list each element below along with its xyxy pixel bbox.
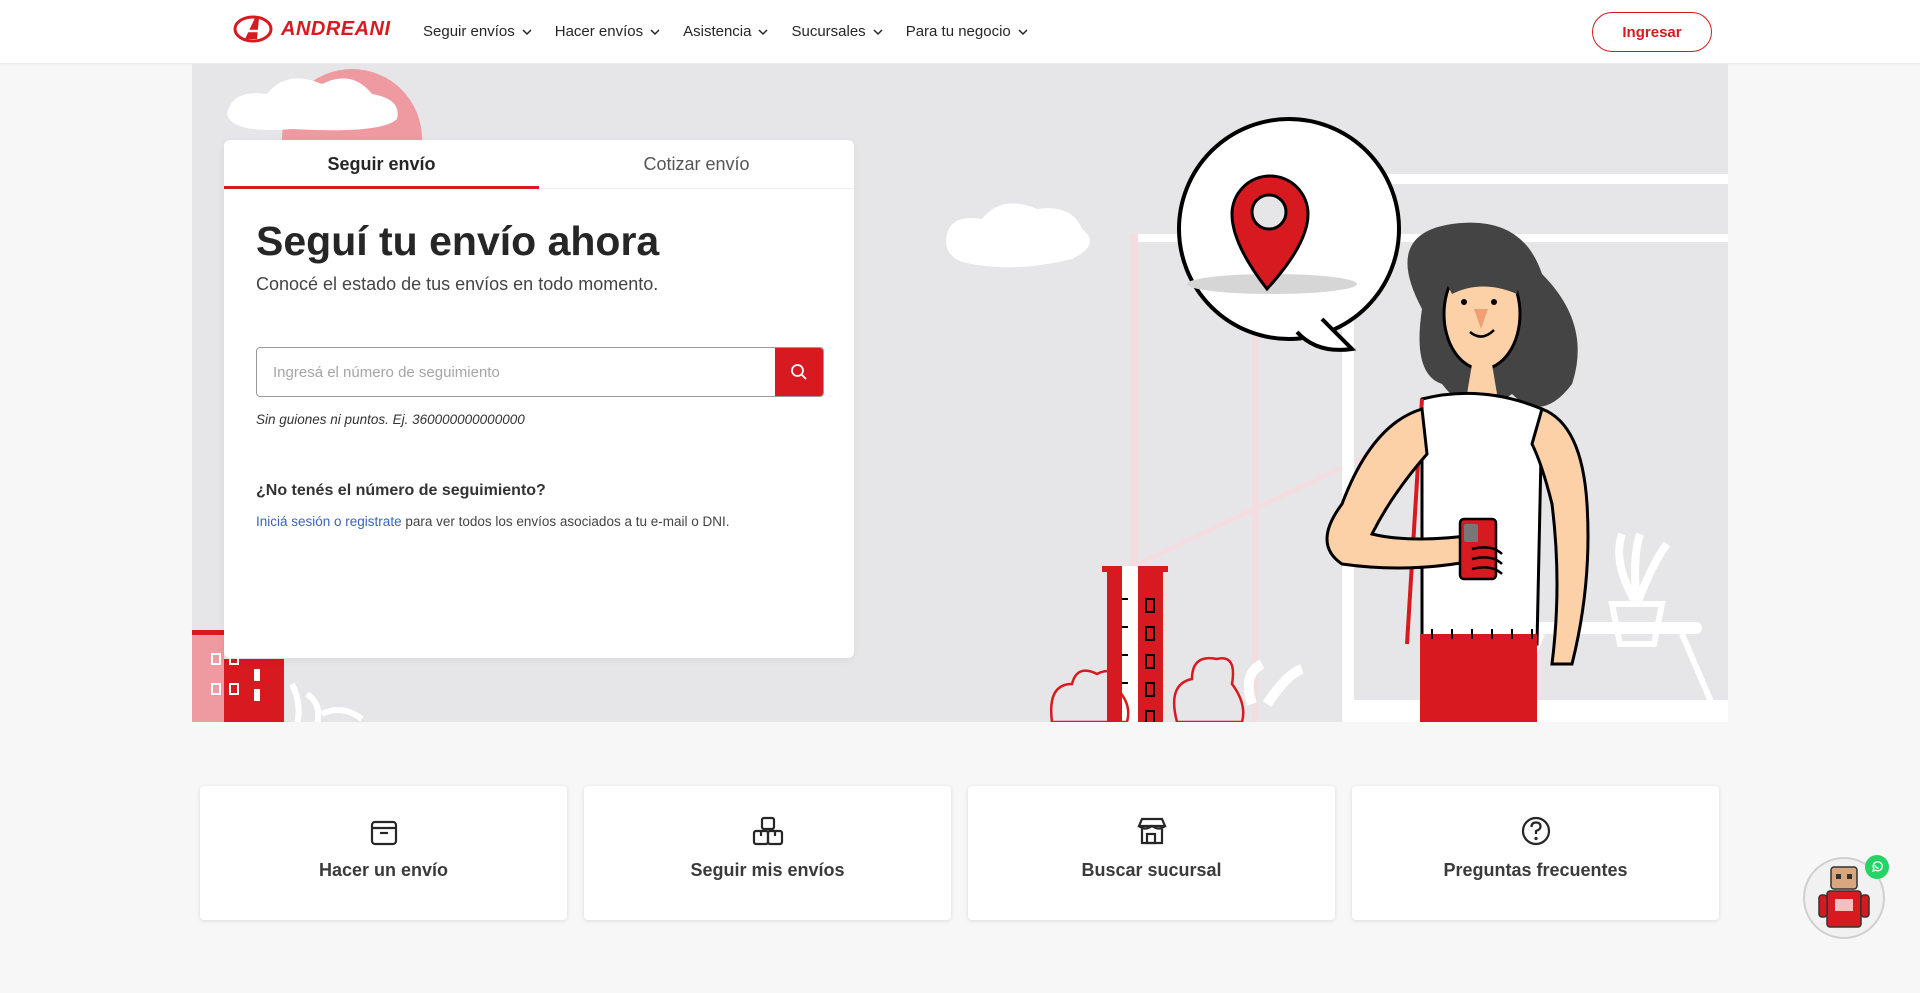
nav-item-sucursales[interactable]: Sucursales [791, 23, 883, 40]
main-nav: Seguir envíos Hacer envíos Asistencia Su… [423, 0, 1029, 63]
quick-link-seguir-envios[interactable]: Seguir mis envíos [584, 786, 951, 920]
quick-link-label: Hacer un envío [318, 860, 449, 880]
tracking-subtitle: Conocé el estado de tus envíos en todo m… [256, 274, 659, 294]
quick-link-label: Buscar sucursal [1081, 860, 1222, 880]
box-icon [370, 820, 397, 846]
nav-item-seguir-envios[interactable]: Seguir envíos [423, 23, 533, 40]
brand-logo[interactable]: ANDREANI [233, 14, 391, 44]
tracking-title: Seguí tu envío ahora [256, 218, 660, 264]
quick-link-label: Seguir mis envíos [690, 860, 845, 880]
store-icon [1136, 817, 1167, 845]
tracking-hint: Sin guiones ni puntos. Ej. 3600000000000… [256, 412, 525, 427]
nav-item-hacer-envios[interactable]: Hacer envíos [555, 23, 661, 40]
tracking-card: Seguir envío Cotizar envío Seguí tu enví… [224, 140, 854, 658]
quick-link-preguntas-frecuentes[interactable]: Preguntas frecuentes [1352, 786, 1719, 920]
nav-item-para-tu-negocio[interactable]: Para tu negocio [906, 23, 1029, 40]
nav-item-label: Hacer envíos [554, 23, 644, 40]
search-button[interactable] [775, 348, 823, 396]
login-prompt: Iniciá sesión o registrate para ver todo… [256, 514, 730, 529]
tracking-number-input[interactable] [257, 348, 775, 396]
chevron-down-icon [873, 28, 883, 35]
login-register-link[interactable]: Iniciá sesión o registrate [256, 514, 402, 529]
boxes-icon [752, 816, 783, 846]
andreani-logo-icon [233, 15, 273, 43]
quick-link-buscar-sucursal[interactable]: Buscar sucursal [968, 786, 1335, 920]
nav-item-label: Para tu negocio [905, 23, 1011, 40]
chevron-down-icon [1018, 28, 1028, 35]
tracking-tabs: Seguir envío Cotizar envío [224, 140, 854, 189]
login-button[interactable]: Ingresar [1592, 12, 1712, 52]
tab-seguir-envio[interactable]: Seguir envío [224, 140, 539, 189]
nav-item-label: Seguir envíos [423, 23, 515, 40]
brand-name: ANDREANI [281, 17, 391, 40]
chat-bot-button[interactable] [1803, 855, 1889, 939]
quick-link-hacer-envio[interactable]: Hacer un envío [200, 786, 567, 920]
chevron-down-icon [650, 28, 660, 35]
login-prompt-text: para ver todos los envíos asociados a tu… [401, 514, 730, 529]
tracking-search [256, 347, 824, 397]
tab-cotizar-envio[interactable]: Cotizar envío [539, 140, 854, 188]
nav-item-asistencia[interactable]: Asistencia [683, 23, 769, 40]
whatsapp-badge [1865, 855, 1889, 879]
site-header: ANDREANI Seguir envíos Hacer envíos Asis… [0, 0, 1920, 64]
question-icon [1521, 816, 1550, 846]
chevron-down-icon [522, 28, 532, 35]
search-icon [791, 364, 807, 380]
chevron-down-icon [758, 28, 769, 35]
no-number-title: ¿No tenés el número de seguimiento? [256, 482, 546, 499]
whatsapp-icon [1871, 861, 1883, 873]
quick-link-label: Preguntas frecuentes [1443, 860, 1628, 880]
nav-item-label: Asistencia [683, 23, 752, 40]
nav-item-label: Sucursales [791, 23, 866, 40]
